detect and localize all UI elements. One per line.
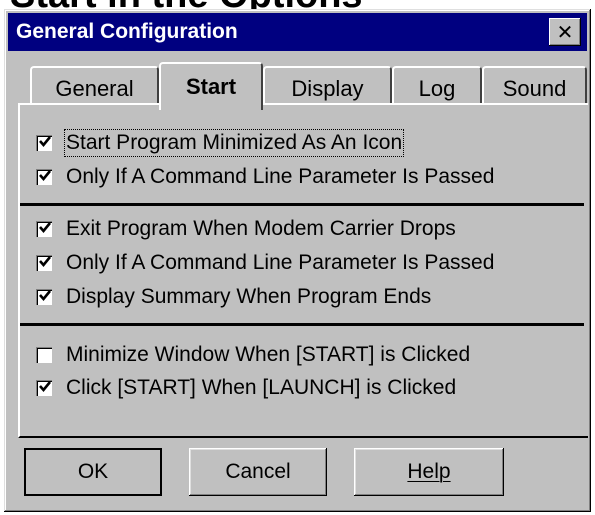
option-exit-on-carrier-drop[interactable]: Exit Program When Modem Carrier Drops (36, 214, 456, 244)
dialog-title: General Configuration (16, 20, 238, 43)
option-only-if-param-2[interactable]: Only If A Command Line Parameter Is Pass… (36, 248, 494, 278)
ok-button[interactable]: OK (24, 448, 162, 496)
check-icon (39, 256, 52, 268)
checkbox[interactable] (36, 135, 52, 151)
checkbox[interactable] (36, 255, 52, 271)
checkbox[interactable] (36, 221, 52, 237)
option-label: Exit Program When Modem Carrier Drops (66, 217, 456, 240)
check-icon (39, 381, 52, 393)
option-label: Only If A Command Line Parameter Is Pass… (66, 165, 495, 188)
check-icon (39, 222, 52, 234)
help-label: Help (407, 460, 451, 483)
help-button[interactable]: Help (354, 448, 504, 496)
close-icon: ✕ (556, 20, 574, 44)
title-bar[interactable]: General Configuration ✕ (8, 13, 587, 51)
check-icon (39, 136, 52, 148)
cancel-button[interactable]: Cancel (189, 448, 327, 496)
ok-label: OK (77, 460, 109, 483)
check-icon (39, 170, 52, 182)
option-label: Start Program Minimized As An Icon (63, 129, 405, 157)
check-icon (39, 290, 52, 302)
tab-start[interactable]: Start (159, 62, 263, 110)
option-label: Only If A Command Line Parameter Is Pass… (66, 251, 495, 274)
cancel-label: Cancel (225, 460, 291, 483)
option-label: Minimize Window When [START] is Clicked (66, 343, 471, 366)
option-minimize-on-start[interactable]: Minimize Window When [START] is Clicked (36, 340, 470, 370)
group-divider (20, 323, 584, 326)
option-start-minimized[interactable]: Start Program Minimized As An Icon (36, 128, 405, 158)
option-display-summary[interactable]: Display Summary When Program Ends (36, 282, 431, 312)
option-only-if-param-1[interactable]: Only If A Command Line Parameter Is Pass… (36, 162, 494, 192)
group-divider (20, 203, 584, 206)
option-label: Display Summary When Program Ends (66, 285, 432, 308)
checkbox[interactable] (36, 169, 52, 185)
option-label: Click [START] When [LAUNCH] is Clicked (66, 376, 457, 399)
checkbox[interactable] (36, 347, 52, 363)
checkbox[interactable] (36, 380, 52, 396)
checkbox[interactable] (36, 289, 52, 305)
option-click-start-on-launch[interactable]: Click [START] When [LAUNCH] is Clicked (36, 373, 456, 403)
close-button[interactable]: ✕ (549, 18, 581, 46)
